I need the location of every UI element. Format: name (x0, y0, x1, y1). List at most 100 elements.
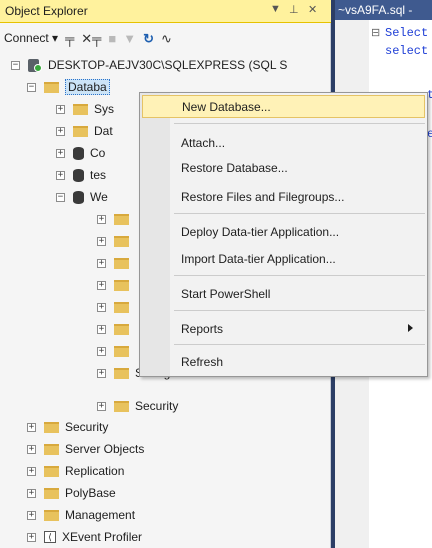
folder-icon (44, 465, 59, 477)
menu-item-refresh[interactable]: Refresh (142, 350, 425, 373)
folder-icon (114, 257, 129, 269)
expand-icon[interactable]: + (97, 324, 106, 334)
tree-label: Security (65, 420, 109, 434)
menu-item-restore-files[interactable]: Restore Files and Filegroups... (142, 185, 425, 208)
refresh-icon[interactable]: ↻ (143, 32, 154, 45)
expand-icon[interactable]: + (97, 280, 106, 290)
tree-node-database-tes[interactable]: + tes (56, 166, 106, 184)
menu-item-label: Attach... (181, 135, 226, 150)
stop-icon[interactable]: ■ (108, 32, 116, 45)
expand-icon[interactable]: + (27, 422, 36, 432)
expand-icon[interactable]: + (56, 170, 65, 180)
menu-item-import-data-tier[interactable]: Import Data-tier Application... (142, 247, 425, 270)
menu-item-reports[interactable]: Reports (142, 317, 425, 340)
tree-label: Server Objects (65, 442, 145, 456)
close-icon[interactable]: ✕ (308, 3, 317, 16)
connect-plug-icon[interactable]: ╤ (65, 32, 74, 45)
folder-icon (44, 509, 59, 521)
object-explorer-toolbar: Connect ▾ ╤ ✕╤ ■ ▼ ↻ ∿ (0, 24, 331, 52)
folder-icon (114, 400, 129, 412)
code-line[interactable]: Select (385, 26, 428, 40)
menu-separator (174, 344, 425, 345)
expand-icon[interactable]: + (56, 126, 65, 136)
menu-item-new-database[interactable]: New Database... (142, 95, 425, 118)
menu-separator (174, 213, 425, 214)
filter-icon[interactable]: ▼ (123, 32, 136, 45)
tree-node-replication[interactable]: + Replication (27, 462, 124, 480)
expand-icon[interactable]: + (27, 510, 36, 520)
tree-node-subfolder[interactable]: + (97, 320, 135, 338)
menu-item-restore-database[interactable]: Restore Database... (142, 156, 425, 179)
folder-icon (73, 125, 88, 137)
disconnect-icon[interactable]: ✕╤ (81, 32, 101, 45)
expand-icon[interactable]: + (27, 466, 36, 476)
code-line[interactable]: select (385, 44, 428, 58)
menu-item-label: Reports (181, 321, 224, 336)
collapse-icon[interactable]: − (27, 82, 36, 92)
tree-node-polybase[interactable]: + PolyBase (27, 484, 116, 502)
tree-node-subfolder[interactable]: + (97, 342, 135, 360)
expand-icon[interactable]: + (27, 532, 36, 542)
collapse-icon[interactable]: − (11, 60, 20, 70)
connect-button[interactable]: Connect ▾ (4, 31, 58, 45)
tree-label: Co (90, 146, 106, 160)
database-icon (73, 146, 84, 160)
expand-icon[interactable]: + (97, 258, 106, 268)
folder-icon (44, 487, 59, 499)
tree-label: tes (90, 168, 107, 182)
tree-node-subfolder[interactable]: + (97, 232, 135, 250)
menu-item-deploy-data-tier[interactable]: Deploy Data-tier Application... (142, 220, 425, 243)
expand-icon[interactable]: + (27, 488, 36, 498)
database-icon (73, 168, 84, 182)
tree-node-xevent-profiler[interactable]: + ⟨ XEvent Profiler (27, 528, 142, 546)
collapse-icon[interactable]: − (56, 192, 65, 202)
menu-item-label: New Database... (182, 99, 271, 114)
tree-node-subfolder[interactable]: + (97, 254, 135, 272)
pin-icon[interactable]: ⊥ (289, 3, 299, 16)
menu-separator (174, 275, 425, 276)
tree-node-system-databases[interactable]: + Sys (56, 100, 114, 118)
tree-label: Management (65, 508, 136, 522)
editor-tab[interactable]: ~vsA9FA.sql - (335, 0, 432, 20)
expand-icon[interactable]: + (27, 444, 36, 454)
database-icon (73, 190, 84, 204)
menu-item-attach[interactable]: Attach... (142, 131, 425, 154)
tree-node-management[interactable]: + Management (27, 506, 135, 524)
tree-label: Dat (94, 124, 113, 138)
activity-monitor-icon[interactable]: ∿ (161, 32, 172, 45)
expand-icon[interactable]: + (97, 368, 106, 378)
expand-icon[interactable]: + (97, 236, 106, 246)
tree-node-server[interactable]: − DESKTOP-AEJV30C\SQLEXPRESS (SQL S (11, 56, 287, 74)
folder-icon (44, 421, 59, 433)
tree-node-security[interactable]: + Security (27, 418, 108, 436)
databases-label: Databa (65, 79, 110, 95)
tree-node-db-security[interactable]: + Security (97, 397, 178, 415)
menu-item-label: Start PowerShell (181, 286, 271, 301)
menu-item-label: Restore Files and Filegroups... (181, 189, 345, 204)
tree-node-subfolder[interactable]: + (97, 298, 135, 316)
tree-label: Security (135, 399, 179, 413)
menu-item-label: Refresh (181, 354, 224, 369)
folder-icon (114, 367, 129, 379)
tree-label: We (90, 190, 108, 204)
expand-icon[interactable]: + (56, 104, 65, 114)
tree-node-database-we[interactable]: − We (56, 188, 108, 206)
folder-icon (114, 301, 129, 313)
expand-icon[interactable]: + (97, 302, 106, 312)
menu-item-label: Import Data-tier Application... (181, 251, 336, 266)
collapse-region-icon[interactable]: ⊟ (371, 26, 380, 40)
menu-item-start-powershell[interactable]: Start PowerShell (142, 282, 425, 305)
tree-node-database-co[interactable]: + Co (56, 144, 105, 162)
folder-icon (44, 443, 59, 455)
dropdown-arrow-icon[interactable]: ▼ (270, 3, 281, 15)
tree-node-server-objects[interactable]: + Server Objects (27, 440, 144, 458)
expand-icon[interactable]: + (97, 214, 106, 224)
tree-node-database-snapshots[interactable]: + Dat (56, 122, 113, 140)
tree-node-subfolder[interactable]: + (97, 276, 135, 294)
folder-icon (114, 345, 129, 357)
tree-node-subfolder[interactable]: + (97, 210, 135, 228)
tree-node-databases[interactable]: − Databa (27, 78, 110, 96)
expand-icon[interactable]: + (56, 148, 65, 158)
expand-icon[interactable]: + (97, 346, 106, 356)
expand-icon[interactable]: + (97, 401, 106, 411)
